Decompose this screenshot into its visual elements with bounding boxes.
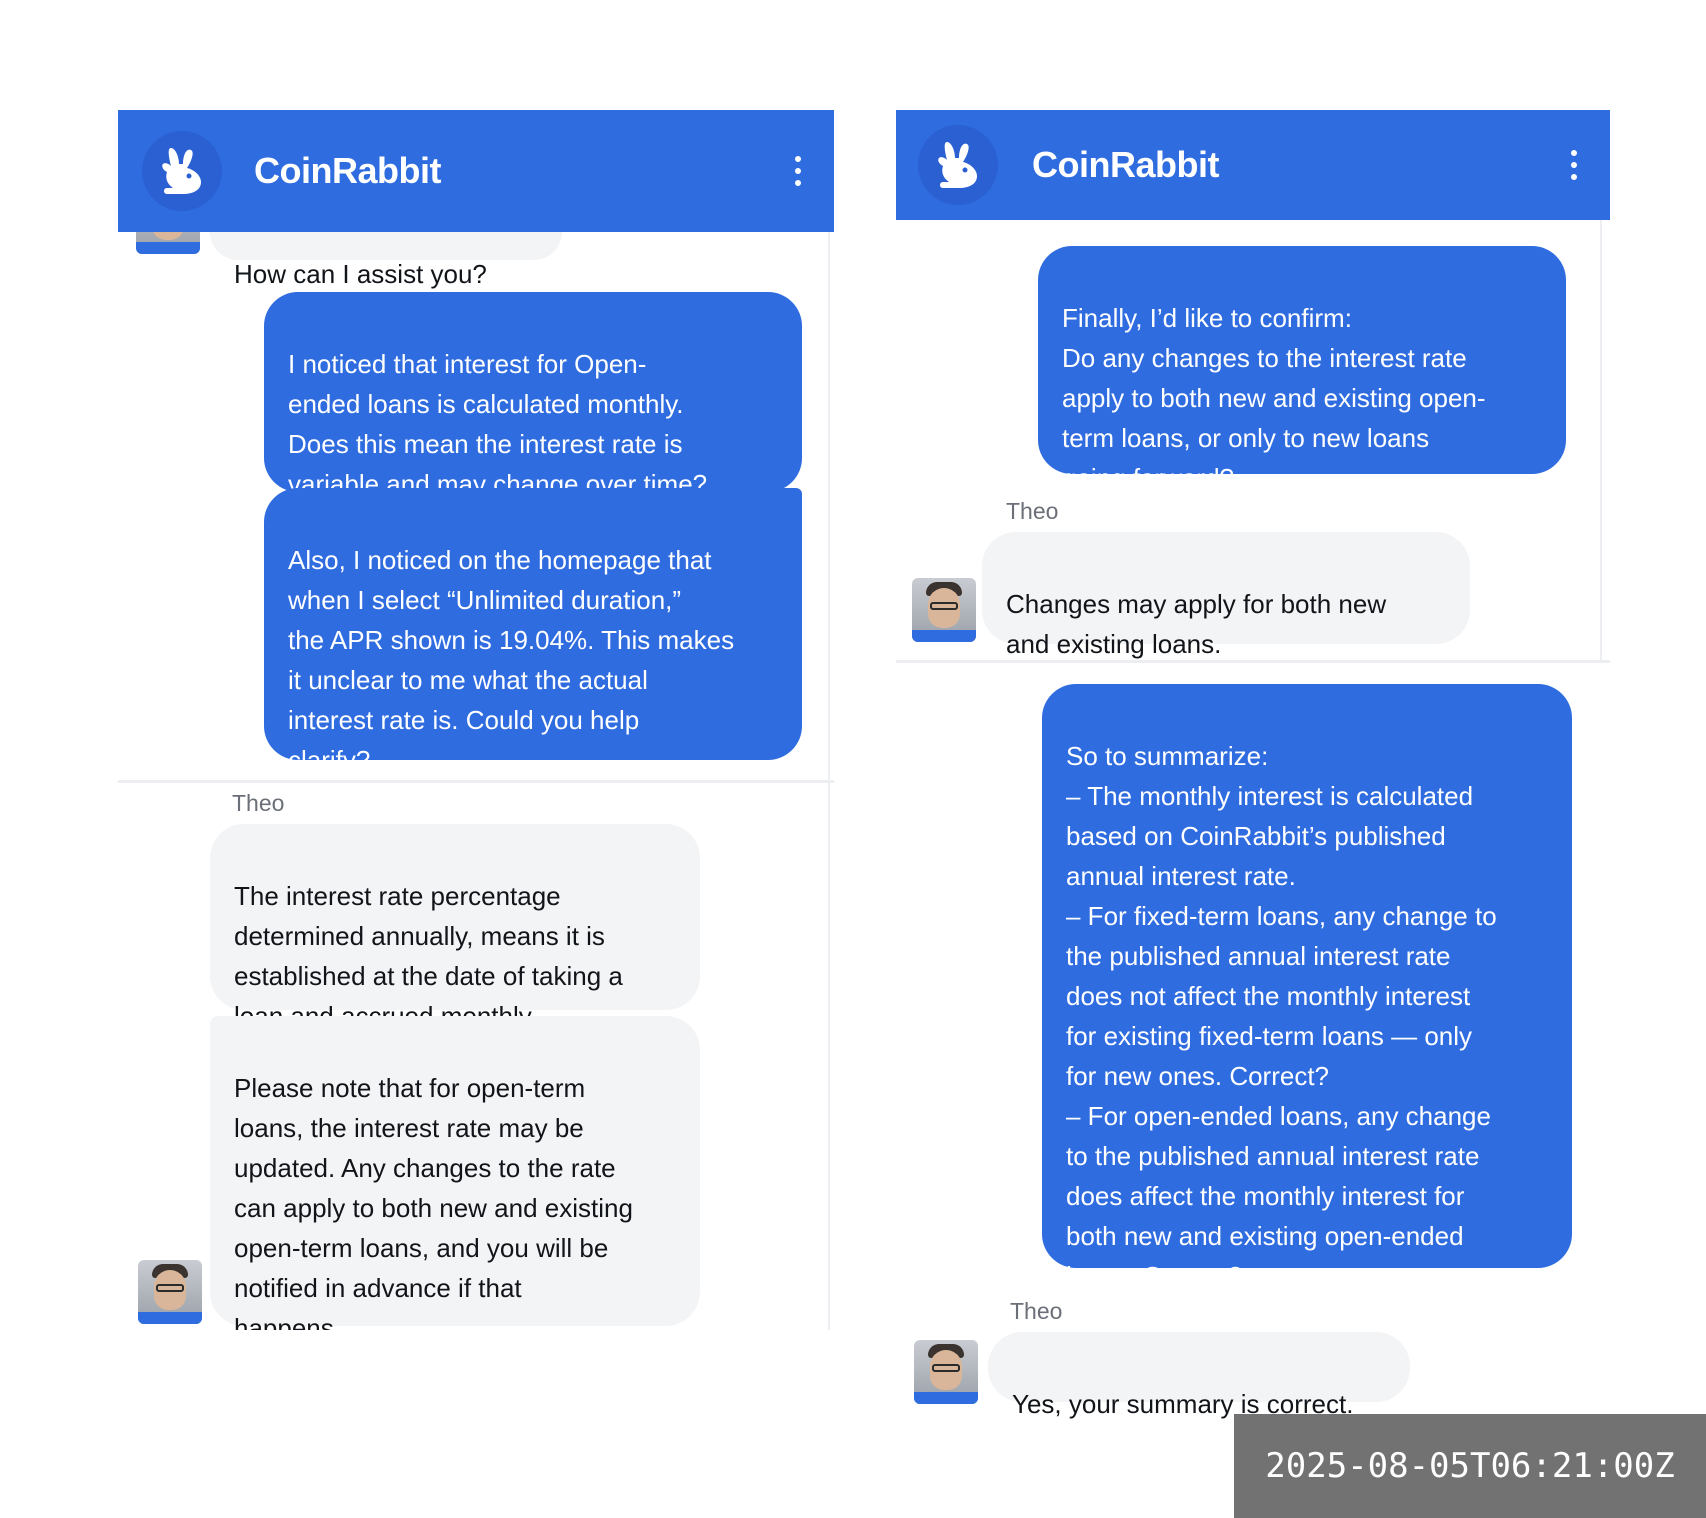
agent-avatar [138,1260,202,1324]
user-message-text: I noticed that interest for Open- ended … [288,349,708,499]
user-message-bubble: Also, I noticed on the homepage that whe… [264,488,802,775]
agent-message-bubble: Yes, your summary is correct. [988,1332,1410,1419]
more-vertical-icon[interactable] [1564,150,1584,180]
user-message-text: Finally, I’d like to confirm: Do any cha… [1062,303,1486,493]
sender-name: Theo [1010,1298,1063,1324]
agent-message-bubble: Changes may apply for both new and exist… [982,532,1470,659]
chat-header: CoinRabbit [896,110,1610,220]
rabbit-logo-icon [918,125,998,205]
chat-header: CoinRabbit [118,110,834,232]
timestamp-label: 2025-08-05T06:21:00Z [1234,1414,1706,1518]
rabbit-logo-icon [142,131,222,211]
user-message-bubble: Finally, I’d like to confirm: Do any cha… [1038,246,1566,493]
chat-panel-left: How can I assist you? I noticed that int… [118,110,834,1330]
agent-avatar [914,1340,978,1404]
chat-panel-right: Finally, I’d like to confirm: Do any cha… [896,110,1610,1422]
user-message-bubble: I noticed that interest for Open- ended … [264,292,802,499]
agent-message-text: Please note that for open-term loans, th… [234,1073,633,1330]
user-message-text: So to summarize: – The monthly interest … [1066,741,1497,1291]
agent-avatar [912,578,976,642]
agent-message-bubble: The interest rate percentage determined … [210,824,700,1031]
brand-name: CoinRabbit [254,150,441,191]
sender-name: Theo [232,790,285,816]
user-message-bubble: So to summarize: – The monthly interest … [1042,684,1572,1291]
divider [896,660,1610,663]
agent-message-text: The interest rate percentage determined … [234,881,623,1031]
divider [118,780,834,783]
sender-name: Theo [1006,498,1059,524]
agent-message-text: Changes may apply for both new and exist… [1006,589,1387,659]
more-vertical-icon[interactable] [788,156,808,186]
agent-message-bubble: Please note that for open-term loans, th… [210,1016,700,1330]
user-message-text: Also, I noticed on the homepage that whe… [288,545,735,775]
agent-message-text: How can I assist you? [234,259,487,289]
scrollbar-track[interactable] [828,110,830,1330]
brand-name: CoinRabbit [1032,144,1219,185]
